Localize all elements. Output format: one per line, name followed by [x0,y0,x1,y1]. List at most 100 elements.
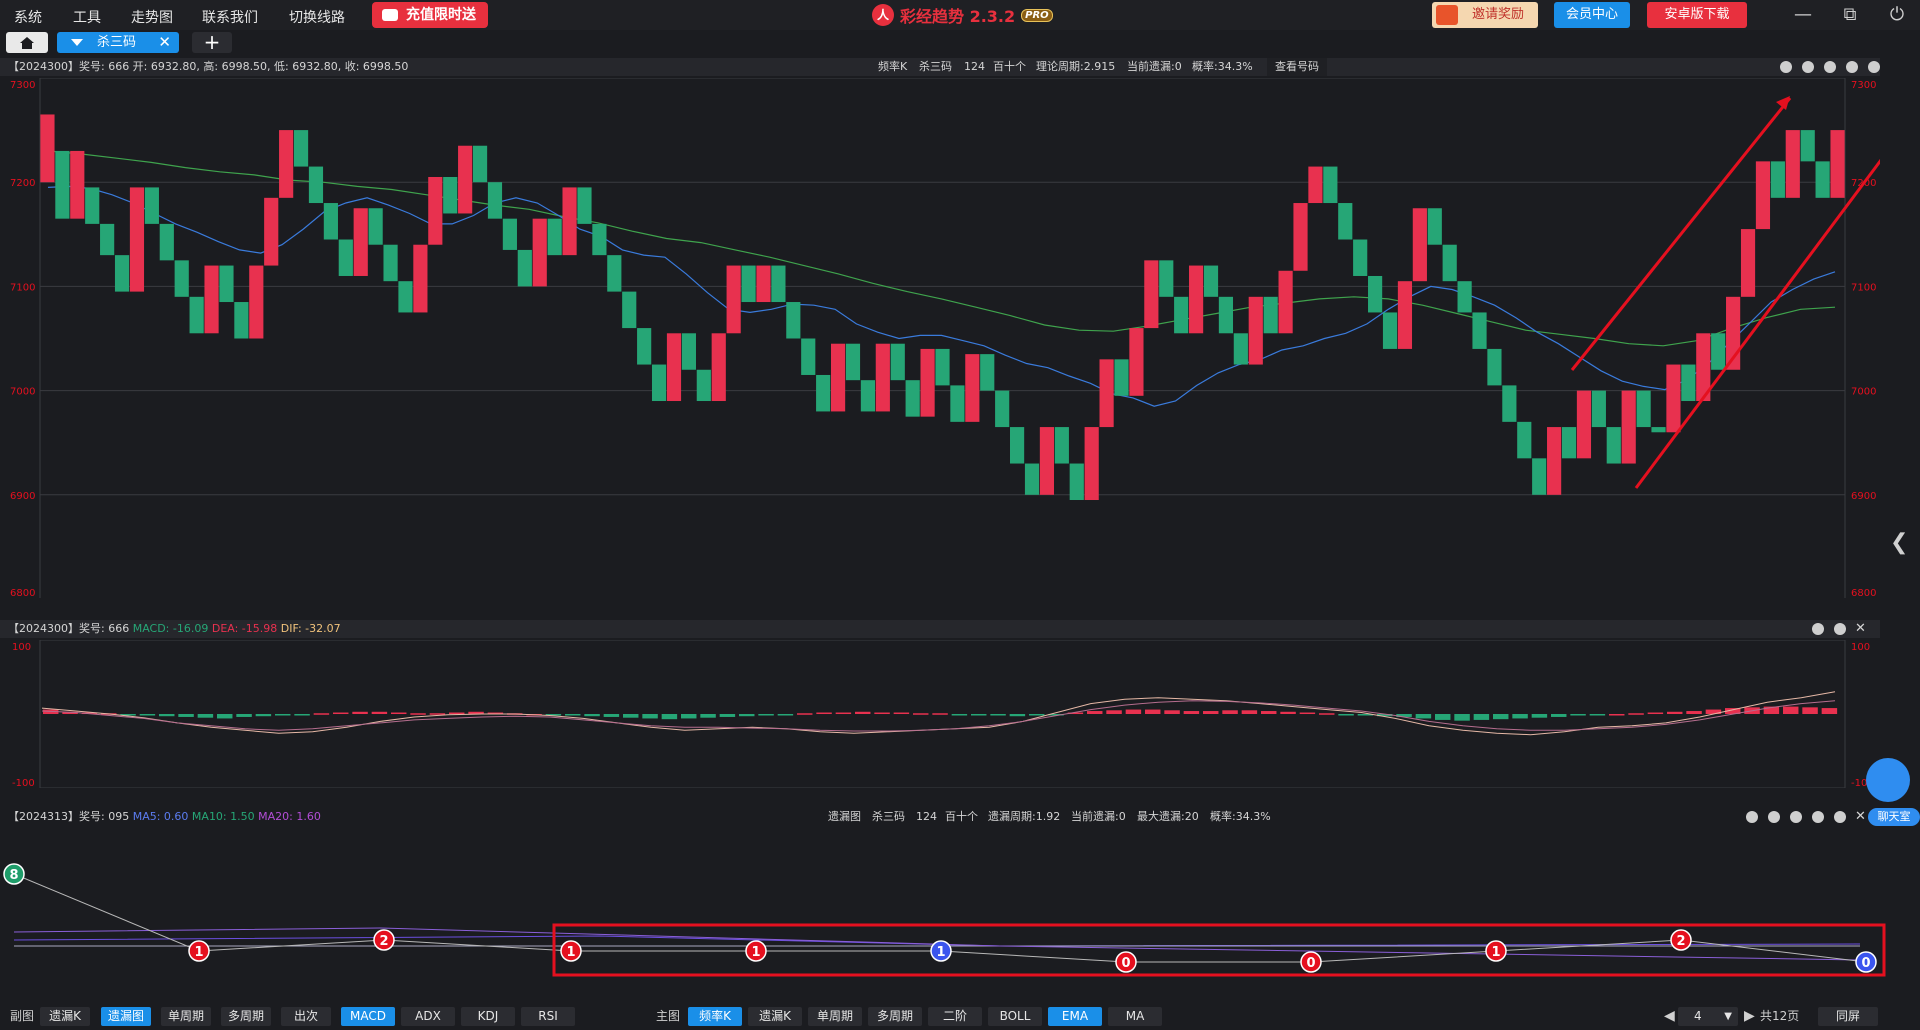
main-btn-miss-k[interactable]: 遗漏K [748,1007,802,1026]
zoom-icon[interactable] [1780,61,1792,73]
candle [935,348,950,386]
candle [920,348,935,417]
sub-btn-single-period[interactable]: 单周期 [161,1007,211,1026]
arrow-down-icon[interactable] [1812,811,1824,823]
candle [1711,333,1726,370]
prev-page-icon[interactable]: ◀ [1664,1007,1675,1026]
candle [487,182,503,219]
add-tab-button[interactable]: + [192,32,232,53]
collapse-right-icon[interactable]: ❮ [1890,530,1908,555]
miss-point[interactable]: 0 [1300,951,1322,973]
restore-icon[interactable]: ⧉ [1838,3,1862,27]
stat-probability: 概率:34.3% [1192,60,1253,73]
candle [741,265,756,303]
ma5-value: MA5: 0.60 [132,810,189,823]
close-icon[interactable]: ✕ [1855,620,1866,638]
candle [1502,385,1517,422]
settings-icon[interactable] [1868,61,1880,73]
top-menu-bar: 系统 工具 走势图 联系我们 切换线路 充值限时送 人 彩经趋势 2.3.2 P… [0,0,1920,30]
sub-btn-miss-chart[interactable]: 遗漏图 [101,1007,151,1026]
settings-icon[interactable] [1834,623,1846,635]
page-select[interactable]: 4 ▼ [1678,1007,1738,1026]
same-screen-button[interactable]: 同屏 [1818,1007,1878,1026]
candle [85,187,100,224]
miss-point[interactable]: 1 [188,940,210,962]
arrow-down-icon[interactable] [1846,61,1858,73]
recharge-promo-button[interactable]: 充值限时送 [372,2,488,28]
main-btn-ma[interactable]: MA [1108,1007,1162,1026]
app-name: 彩经趋势 2.3.2 [900,7,1016,26]
next-page-icon[interactable]: ▶ [1744,1007,1755,1026]
sub-btn-miss-k[interactable]: 遗漏K [40,1007,90,1026]
pin-icon[interactable] [1812,623,1824,635]
main-btn-single-period[interactable]: 单周期 [808,1007,862,1026]
miss-point[interactable]: 1 [745,940,767,962]
main-btn-frequency-k[interactable]: 频率K [688,1007,742,1026]
sub-btn-multi-period[interactable]: 多周期 [221,1007,271,1026]
invite-reward-button[interactable]: 邀请奖励 [1432,2,1538,28]
candlestick-chart[interactable]: 730072007100700069006800 730072007100700… [0,78,1880,598]
main-btn-boll[interactable]: BOLL [988,1007,1042,1026]
menu-trend-chart[interactable]: 走势图 [131,7,173,27]
close-icon[interactable]: ✕ [158,32,171,53]
miss-point[interactable]: 1 [560,940,582,962]
menu-tools[interactable]: 工具 [73,7,101,27]
menu-switch-line[interactable]: 切换线路 [289,7,345,27]
menu-system[interactable]: 系统 [14,7,42,27]
macd-bar [1435,714,1451,720]
chat-room-label[interactable]: 聊天室 [1868,808,1920,826]
macd-y-tick-left: -100 [12,778,35,788]
minimize-icon[interactable]: — [1791,3,1815,27]
home-button[interactable] [6,32,48,53]
sub-btn-kdj[interactable]: KDJ [461,1007,515,1026]
miss-header-info: 【2024313】奖号: 095 MA5: 0.60 MA10: 1.50 MA… [8,808,321,826]
refresh-icon[interactable] [1802,61,1814,73]
macd-bar [178,714,194,717]
candle [264,197,279,266]
tab-kill-three[interactable]: 杀三码 ✕ [57,32,179,53]
main-btn-second-order[interactable]: 二阶 [928,1007,982,1026]
android-download-button[interactable]: 安卓版下载 [1647,2,1747,28]
close-icon[interactable]: ✕ [1855,808,1866,826]
candle [338,239,353,276]
y-tick-label-right: 6800 [1851,588,1876,598]
pin-icon[interactable] [1746,811,1758,823]
sub-btn-occurrence[interactable]: 出次 [281,1007,331,1026]
miss-point[interactable]: 8 [3,863,25,885]
candle [219,265,234,303]
settings-icon[interactable] [1834,811,1846,823]
macd-bar [236,714,252,717]
candle [1800,130,1815,162]
sub-btn-adx[interactable]: ADX [401,1007,455,1026]
menu-contact-us[interactable]: 联系我们 [202,7,258,27]
sub-btn-macd[interactable]: MACD [341,1007,395,1026]
sub-btn-rsi[interactable]: RSI [521,1007,575,1026]
arrow-up-icon[interactable] [1824,61,1836,73]
dea-value: DEA: -15.98 [211,622,278,635]
macd-bar [874,712,890,715]
miss-point[interactable]: 0 [1115,951,1137,973]
macd-bar [990,714,1006,716]
member-center-button[interactable]: 会员中心 [1554,2,1630,28]
miss-point[interactable]: 2 [1670,929,1692,951]
miss-point[interactable]: 2 [373,929,395,951]
miss-point-label: 1 [751,945,760,960]
power-icon[interactable]: ⏻ [1885,3,1909,27]
miss-chart[interactable]: 8 1 2 1 1 1 0 0 1 2 0 [0,828,1900,1000]
candle [234,302,249,339]
home-icon [20,37,34,49]
candle [1591,390,1606,428]
miss-point[interactable]: 1 [930,940,952,962]
chat-room-icon[interactable] [1866,758,1910,802]
candle [1159,260,1174,297]
miss-point[interactable]: 0 [1855,951,1877,973]
macd-header: 【2024300】奖号: 666 MACD: -16.09 DEA: -15.9… [0,620,1880,638]
arrow-up-icon[interactable] [1790,811,1802,823]
miss-point[interactable]: 1 [1485,940,1507,962]
plot-frame [39,78,1846,598]
view-numbers-link[interactable]: 查看号码 [1267,58,1327,76]
macd-chart[interactable]: 100 100-100 -100 [0,640,1880,788]
refresh-icon[interactable] [1768,811,1780,823]
main-btn-ema[interactable]: EMA [1048,1007,1102,1026]
main-btn-multi-period[interactable]: 多周期 [868,1007,922,1026]
